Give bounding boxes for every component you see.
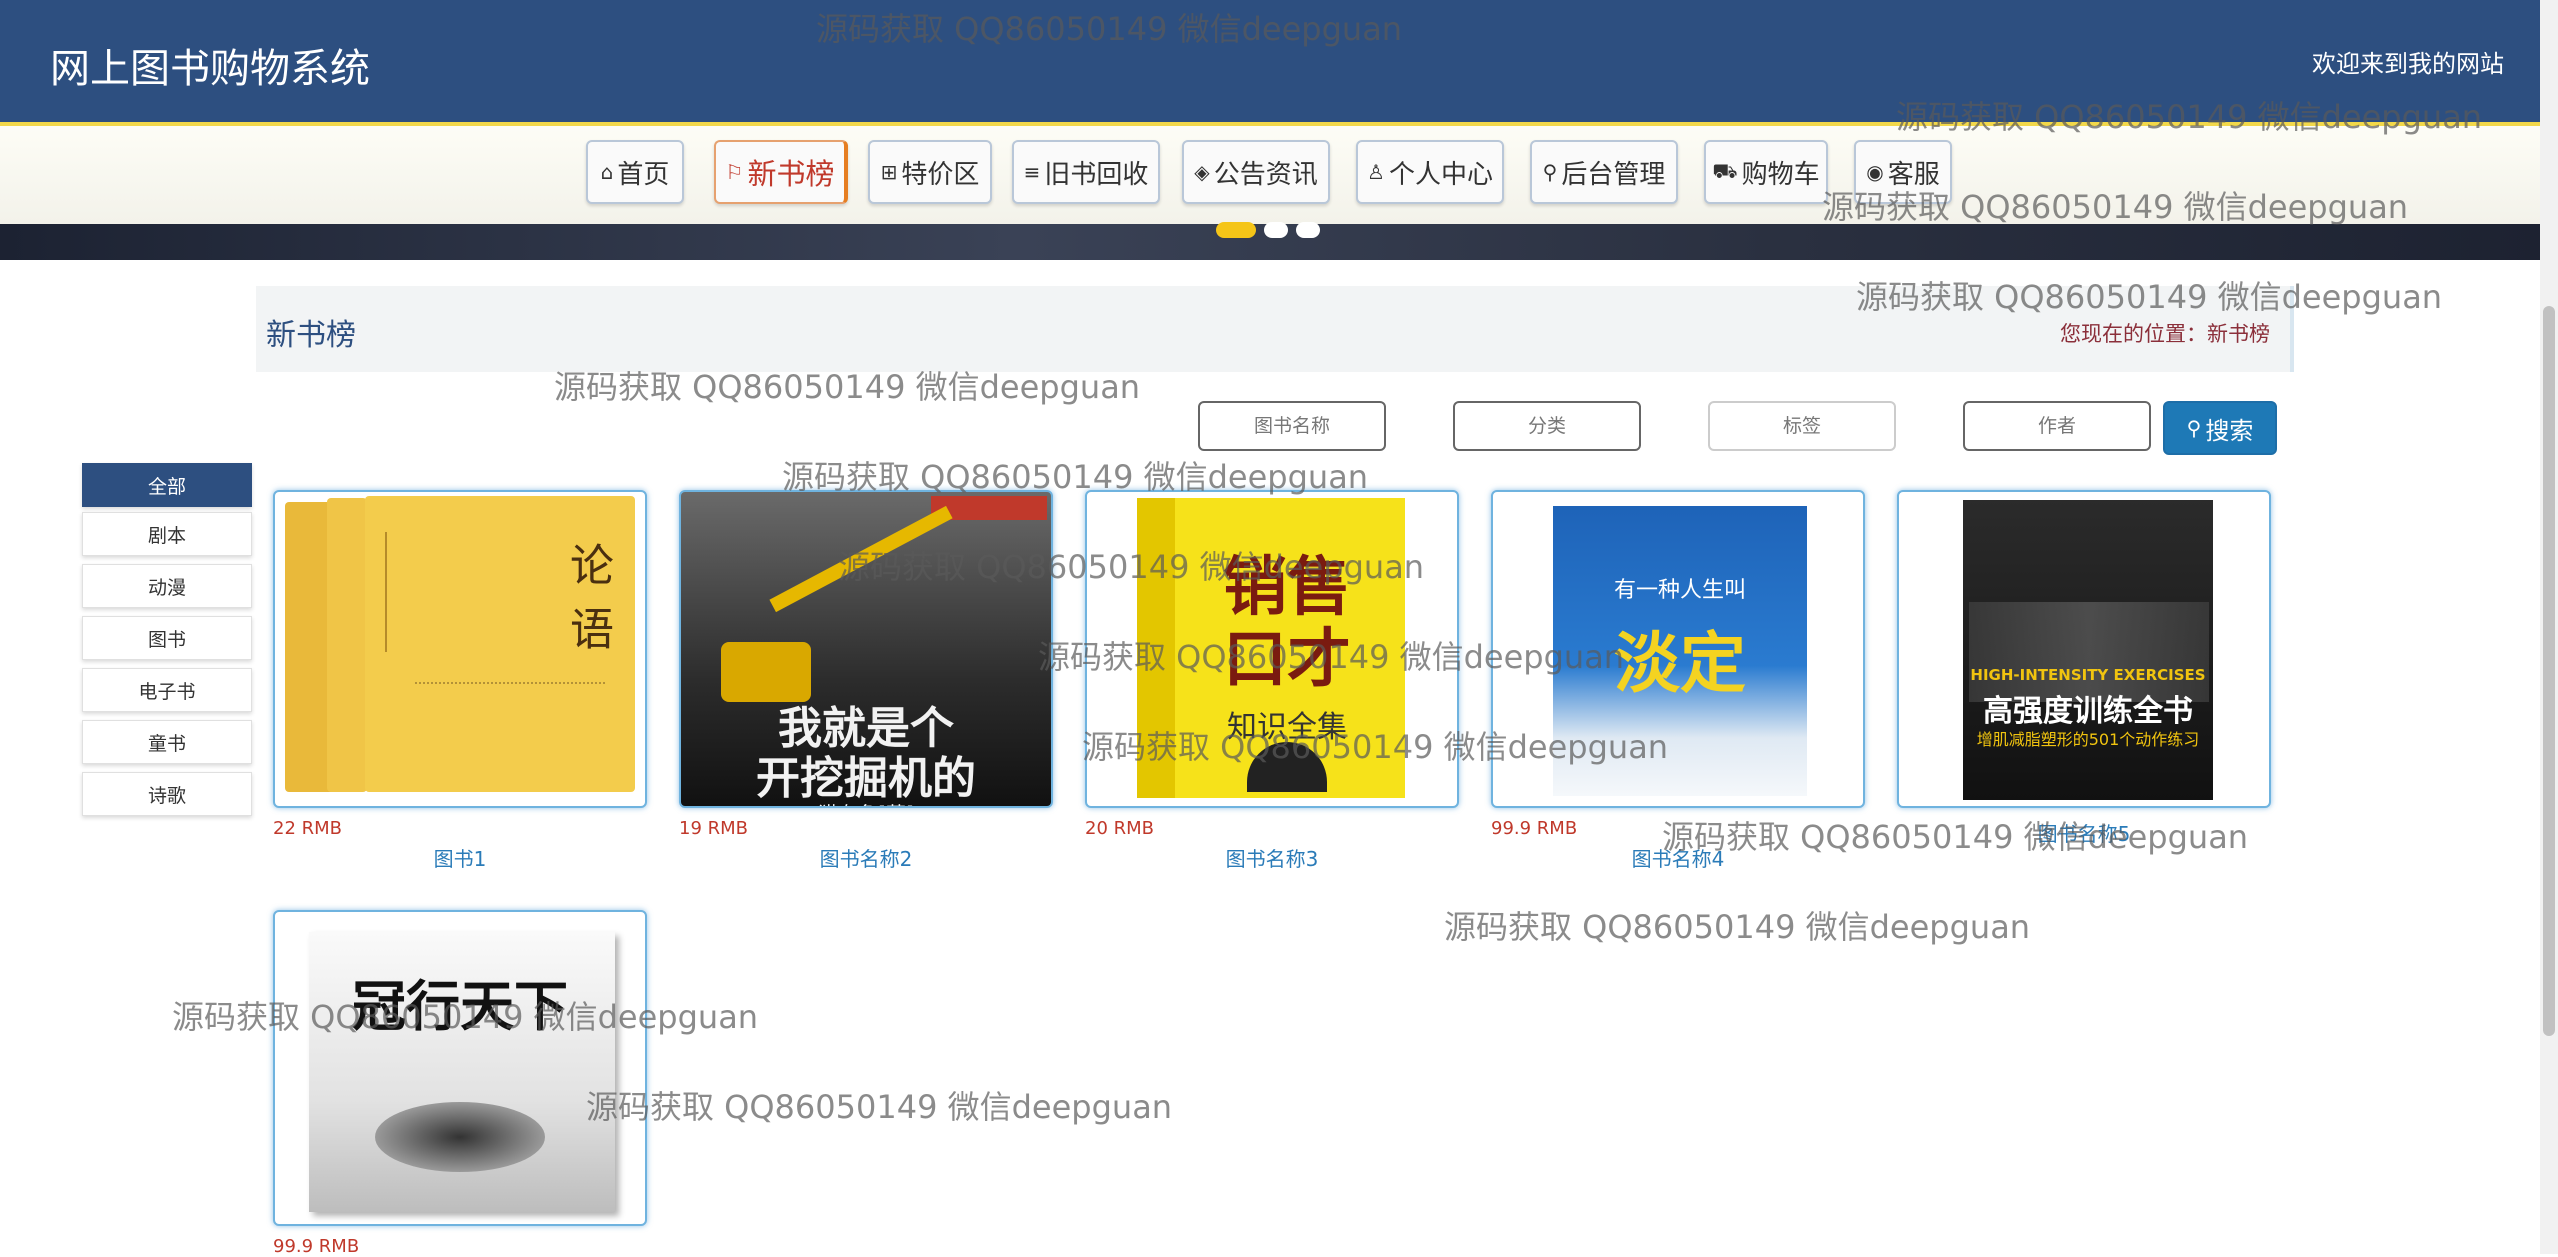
grid-icon: ⊞ bbox=[880, 160, 898, 184]
carousel-dot-3[interactable] bbox=[1296, 222, 1320, 238]
category-poetry[interactable]: 诗歌 bbox=[82, 772, 252, 816]
search-icon: ⚲ bbox=[2186, 416, 2202, 440]
cover-title: 高强度训练全书 bbox=[1983, 694, 2193, 729]
cover-title: 销售 口才 bbox=[1223, 551, 1351, 697]
book-card[interactable]: 销售 口才 知识全集 20 RMB 图书名称3 bbox=[1085, 490, 1459, 872]
book-name[interactable]: 图书名称2 bbox=[679, 843, 1053, 872]
site-title: 网上图书购物系统 bbox=[50, 46, 370, 92]
book-name[interactable]: 图书名称4 bbox=[1491, 843, 1865, 872]
book-cover[interactable]: 有一种人生叫 淡定 bbox=[1491, 490, 1865, 808]
author-input[interactable] bbox=[1963, 401, 2151, 451]
section-title: 新书榜 bbox=[266, 318, 356, 353]
cart-icon: ⛟ bbox=[1712, 158, 1738, 183]
book-cover[interactable]: HIGH-INTENSITY EXERCISES 高强度训练全书 增肌减脂塑形的… bbox=[1897, 490, 2271, 808]
category-script[interactable]: 剧本 bbox=[82, 512, 252, 556]
book-card[interactable]: 论语 22 RMB 图书1 bbox=[273, 490, 647, 872]
watermark: 源码获取 QQ86050149 微信deepguan bbox=[586, 1088, 1173, 1126]
tag-input[interactable] bbox=[1708, 401, 1896, 451]
nav-cart[interactable]: ⛟ 购物车 bbox=[1704, 140, 1828, 204]
category-ebooks[interactable]: 电子书 bbox=[82, 668, 252, 712]
sliders-icon: ≡ bbox=[1023, 160, 1041, 184]
book-cover[interactable]: 论语 bbox=[273, 490, 647, 808]
nav-new-books[interactable]: ⚐ 新书榜 bbox=[714, 140, 848, 204]
page-scrollbar[interactable] bbox=[2540, 0, 2558, 1254]
category-children[interactable]: 童书 bbox=[82, 720, 252, 764]
book-price: 20 RMB bbox=[1085, 818, 1155, 839]
cover-title: 淡定 bbox=[1614, 625, 1746, 702]
book-card[interactable]: 冠行天下 99.9 RMB bbox=[273, 910, 647, 1257]
book-price: 99.9 RMB bbox=[1491, 818, 1578, 839]
book-name[interactable]: 图书名称5 bbox=[1897, 818, 2271, 847]
chat-icon: ◉ bbox=[1866, 160, 1884, 184]
nav-support[interactable]: ◉ 客服 bbox=[1854, 140, 1952, 204]
layers-icon: ◈ bbox=[1194, 160, 1210, 184]
top-header: 网上图书购物系统 欢迎来到我的网站 bbox=[0, 0, 2540, 126]
nav-home[interactable]: ⌂ 首页 bbox=[586, 140, 684, 204]
nav-admin[interactable]: ⚲ 后台管理 bbox=[1530, 140, 1678, 204]
book-card[interactable]: 有一种人生叫 淡定 99.9 RMB 图书名称4 bbox=[1491, 490, 1865, 872]
category-anime[interactable]: 动漫 bbox=[82, 564, 252, 608]
book-cover[interactable]: 我就是个开挖掘机的 猫有鱼[著] bbox=[679, 490, 1053, 808]
book-cover[interactable]: 冠行天下 bbox=[273, 910, 647, 1226]
nav-profile[interactable]: ♙ 个人中心 bbox=[1356, 140, 1504, 204]
category-books[interactable]: 图书 bbox=[82, 616, 252, 660]
flag-icon: ⚐ bbox=[725, 160, 744, 184]
nav-news[interactable]: ◈ 公告资讯 bbox=[1182, 140, 1330, 204]
book-price: 19 RMB bbox=[679, 818, 749, 839]
scrollbar-thumb[interactable] bbox=[2543, 306, 2555, 1036]
category-all[interactable]: 全部 bbox=[82, 463, 252, 507]
search-button[interactable]: ⚲ 搜索 bbox=[2163, 401, 2277, 455]
nav-specials[interactable]: ⊞ 特价区 bbox=[868, 140, 992, 204]
carousel-dot-1[interactable] bbox=[1216, 222, 1256, 238]
breadcrumb: 您现在的位置：新书榜 bbox=[2060, 322, 2270, 346]
book-cover[interactable]: 销售 口才 知识全集 bbox=[1085, 490, 1459, 808]
book-price: 22 RMB bbox=[273, 818, 343, 839]
nav-recycle[interactable]: ≡ 旧书回收 bbox=[1012, 140, 1160, 204]
book-card[interactable]: 我就是个开挖掘机的 猫有鱼[著] 19 RMB 图书名称2 bbox=[679, 490, 1053, 872]
cover-title: 论语 bbox=[562, 542, 613, 670]
watermark: 源码获取 QQ86050149 微信deepguan bbox=[1444, 908, 2031, 946]
section-header: 新书榜 您现在的位置：新书榜 bbox=[256, 286, 2294, 372]
book-name[interactable]: 图书名称3 bbox=[1085, 843, 1459, 872]
welcome-text: 欢迎来到我的网站 bbox=[2312, 50, 2504, 78]
book-name-input[interactable] bbox=[1198, 401, 1386, 451]
link-icon: ⚲ bbox=[1542, 160, 1558, 184]
category-input[interactable] bbox=[1453, 401, 1641, 451]
user-icon: ♙ bbox=[1367, 160, 1385, 184]
home-icon: ⌂ bbox=[600, 160, 614, 184]
book-card[interactable]: HIGH-INTENSITY EXERCISES 高强度训练全书 增肌减脂塑形的… bbox=[1897, 490, 2271, 847]
cover-title: 冠行天下 bbox=[352, 974, 568, 1038]
cover-title: 我就是个 开挖掘机的 bbox=[756, 703, 976, 804]
book-name[interactable]: 图书1 bbox=[273, 843, 647, 872]
carousel-dot-2[interactable] bbox=[1264, 222, 1288, 238]
